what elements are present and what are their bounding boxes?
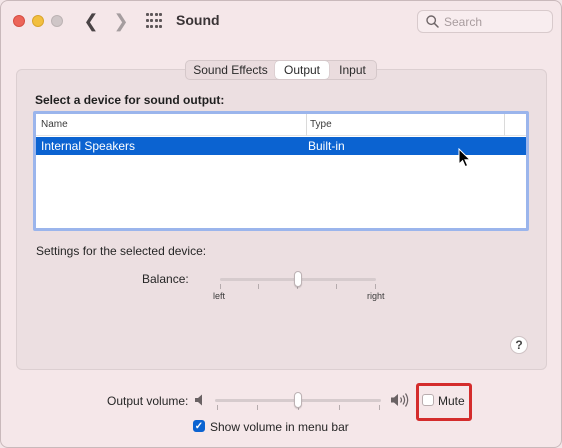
table-row[interactable]: Internal Speakers Built-in [36, 137, 526, 155]
output-volume-label: Output volume: [107, 394, 189, 408]
tab-output[interactable]: Output [275, 61, 329, 79]
volume-tick [379, 405, 380, 410]
balance-tick [375, 284, 376, 289]
column-header-name[interactable]: Name [36, 114, 306, 136]
tab-input[interactable]: Input [329, 61, 376, 79]
mouse-pointer-icon [458, 148, 472, 168]
settings-label: Settings for the selected device: [36, 244, 207, 258]
volume-tick [217, 405, 218, 410]
speaker-high-icon [391, 393, 409, 407]
search-field[interactable] [417, 10, 553, 33]
mute-checkbox[interactable] [422, 394, 434, 406]
balance-tick [258, 284, 259, 289]
show-volume-label[interactable]: Show volume in menu bar [210, 420, 349, 434]
volume-tick [339, 405, 340, 410]
column-header-spacer [504, 114, 526, 136]
balance-slider-knob[interactable] [294, 271, 302, 287]
volume-slider-knob[interactable] [294, 392, 302, 408]
help-button[interactable]: ? [510, 336, 528, 354]
minimize-window-button[interactable] [32, 15, 44, 27]
speaker-low-icon [195, 394, 202, 406]
close-window-button[interactable] [13, 15, 25, 27]
balance-tick [220, 284, 221, 289]
sound-preferences-window: ❮ ❯ Sound Sound Effects Output Input Sel… [0, 0, 562, 448]
tab-sound-effects[interactable]: Sound Effects [186, 61, 275, 79]
grid-icon[interactable] [146, 13, 162, 29]
balance-left-label: left [213, 291, 226, 301]
balance-tick [336, 284, 337, 289]
device-type-cell: Built-in [308, 139, 345, 153]
mute-label[interactable]: Mute [438, 394, 465, 408]
volume-tick [257, 405, 258, 410]
zoom-window-button[interactable] [51, 15, 63, 27]
column-header-type[interactable]: Type [306, 114, 504, 136]
device-name-cell: Internal Speakers [41, 139, 136, 153]
search-icon [426, 15, 439, 28]
chevron-right-icon[interactable]: ❯ [110, 10, 132, 32]
balance-right-label: right [367, 291, 385, 301]
window-title: Sound [176, 12, 220, 28]
show-volume-checkbox[interactable]: ✓ [193, 420, 205, 432]
titlebar: ❮ ❯ Sound [1, 1, 561, 41]
chevron-left-icon[interactable]: ❮ [80, 10, 102, 32]
balance-label: Balance: [142, 272, 189, 286]
device-list-heading: Select a device for sound output: [35, 93, 225, 107]
segmented-tabs: Sound Effects Output Input [185, 60, 377, 80]
search-input[interactable] [444, 13, 544, 30]
device-table[interactable]: Name Type Internal Speakers Built-in [33, 111, 529, 231]
